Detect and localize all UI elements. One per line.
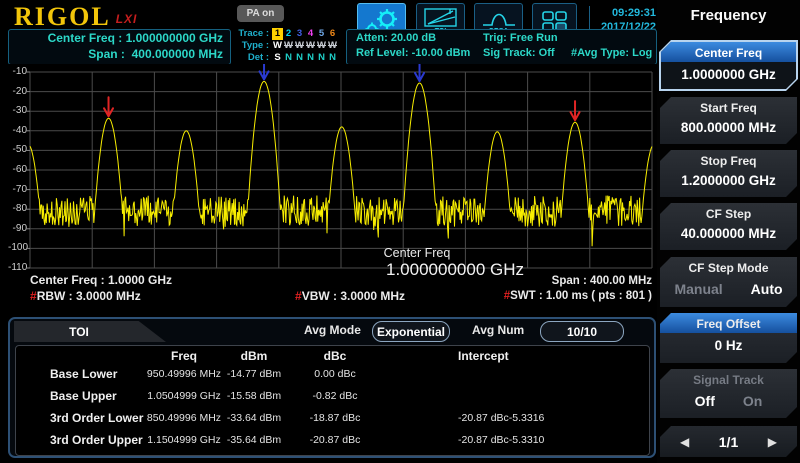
page-next-icon[interactable]: ▶ <box>768 435 777 449</box>
sig-track-readout: Sig Track: Off <box>483 47 555 59</box>
trace-type-row: Type : W W W W W W <box>233 40 345 52</box>
time-value: 09:29:31 <box>592 6 656 20</box>
freq-span-box: Center Freq : 1.000000000 GHz Span : 400… <box>8 29 231 65</box>
spectrum-plot: -10-20-30-40-50-60-70-80-90-100-110 Cent… <box>8 64 656 314</box>
trace-2-selector[interactable]: 2 <box>283 28 294 40</box>
page-prev-icon[interactable]: ◀ <box>680 435 689 449</box>
amplitude-status-box: Atten: 20.00 dB Ref Level: -10.00 dBm Tr… <box>346 29 657 65</box>
cell-dbc: -0.82 dBc <box>290 390 380 402</box>
plot-center-freq-value: 1.000000000 GHz <box>360 260 550 280</box>
trace-row: Trace : 1 2 3 4 5 6 <box>233 28 345 40</box>
detector-row: Det : S N N N N N <box>233 52 345 64</box>
pa-on-button[interactable]: PA on <box>237 5 284 22</box>
menu-item-signal-track[interactable]: Signal Track Off On <box>660 369 797 418</box>
atten-readout: Atten: 20.00 dB <box>356 32 436 44</box>
trace-1-selector[interactable]: 1 <box>272 28 283 40</box>
cell-dbm: -35.64 dBm <box>209 434 299 446</box>
table-row-label: 3rd Order Upper <box>50 433 143 447</box>
avg-num-button[interactable]: 10/10 <box>540 321 624 342</box>
cell-dbc: 0.00 dBc <box>290 368 380 380</box>
cell-dbm: -15.58 dBm <box>209 390 299 402</box>
table-row-label: 3rd Order Lower <box>50 411 143 425</box>
rbw-readout: #RBW : 3.0000 MHz <box>30 289 141 303</box>
col-dbm: dBm <box>209 349 299 363</box>
vbw-readout: #VBW : 3.0000 MHz <box>295 289 405 303</box>
analyzer-screen: RIGOLLXI PA on <box>0 0 800 463</box>
span-readout: Span : 400.000000 MHz <box>9 46 230 62</box>
option-manual[interactable]: Manual <box>674 281 722 297</box>
menu-item-cf-step[interactable]: CF Step 40.000000 MHz <box>660 203 797 250</box>
measurement-panel: TOI Avg Mode Exponential Avg Num 10/10 F… <box>8 317 656 458</box>
trace-6-selector[interactable]: 6 <box>327 28 338 40</box>
menu-item-cf-step-mode[interactable]: CF Step Mode Manual Auto <box>660 257 797 307</box>
peak-marker-red <box>571 101 580 120</box>
peak-marker-red <box>104 97 113 116</box>
trace-5-selector[interactable]: 5 <box>316 28 327 40</box>
gpsa-icon <box>481 8 517 28</box>
menu-item-label: CF Step <box>660 203 797 221</box>
plot-cf-readout: Center Freq : 1.0000 GHz <box>30 273 172 287</box>
menu-item-start-freq[interactable]: Start Freq 800.00000 MHz <box>660 97 797 144</box>
menu-item-label: CF Step Mode <box>660 257 797 275</box>
avg-num-label: Avg Num <box>472 323 524 337</box>
menu-item-value: 1.0000000 GHz <box>661 67 796 82</box>
menu-item-center-freq[interactable]: Center Freq 1.0000000 GHz <box>659 40 798 91</box>
toi-icon <box>424 8 458 28</box>
trace-status-box: Trace : 1 2 3 4 5 6 Type : W W W W W W D… <box>233 28 345 64</box>
menu-item-value: 40.000000 MHz <box>660 226 797 241</box>
table-row-label: Base Lower <box>50 367 117 381</box>
cell-intercept: -20.87 dBc-5.3310 <box>458 434 544 446</box>
toi-tab[interactable]: TOI <box>14 321 166 342</box>
plot-center-freq-label: Center Freq <box>338 246 496 260</box>
menu-page-nav[interactable]: ◀ 1/1 ▶ <box>660 426 797 457</box>
rigol-logo: RIGOLLXI <box>14 2 137 32</box>
lxi-badge: LXI <box>116 12 138 26</box>
option-off[interactable]: Off <box>695 393 715 409</box>
menu-item-label: Stop Freq <box>660 150 797 168</box>
menu-item-value: 1.2000000 GHz <box>660 173 797 188</box>
menu-item-stop-freq[interactable]: Stop Freq 1.2000000 GHz <box>660 150 797 197</box>
menu-title: Frequency <box>657 7 800 24</box>
table-row-label: Base Upper <box>50 389 117 403</box>
page-indicator: 1/1 <box>719 434 738 450</box>
menu-item-label: Center Freq <box>661 42 796 62</box>
menu-item-value: 0 Hz <box>660 338 797 353</box>
option-on[interactable]: On <box>743 393 762 409</box>
trig-readout: Trig: Free Run <box>483 32 558 44</box>
avg-mode-button[interactable]: Exponential <box>372 321 450 342</box>
trace-4-selector[interactable]: 4 <box>305 28 316 40</box>
span-readout-plot: Span : 400.00 MHz <box>552 275 652 287</box>
menu-item-label: Signal Track <box>660 369 797 387</box>
avg-mode-label: Avg Mode <box>304 323 361 337</box>
menu-item-label: Freq Offset <box>660 313 797 333</box>
ref-level-readout: Ref Level: -10.00 dBm <box>356 47 470 59</box>
swt-readout: #SWT : 1.00 ms ( pts : 801 ) <box>504 290 652 302</box>
cell-dbc: -18.87 dBc <box>290 412 380 424</box>
center-freq-readout: Center Freq : 1.000000000 GHz <box>9 30 230 46</box>
cell-dbc: -20.87 dBc <box>290 434 380 446</box>
menu-item-label: Start Freq <box>660 97 797 115</box>
cell-intercept: -20.87 dBc-5.3316 <box>458 412 544 424</box>
sidebar: Frequency Center Freq 1.0000000 GHz Star… <box>657 0 800 463</box>
avg-type-readout: #Avg Type: Log <box>571 47 652 59</box>
col-dbc: dBc <box>290 349 380 363</box>
menu-item-freq-offset[interactable]: Freq Offset 0 Hz <box>660 313 797 363</box>
cell-dbm: -33.64 dBm <box>209 412 299 424</box>
trace-3-selector[interactable]: 3 <box>294 28 305 40</box>
option-auto[interactable]: Auto <box>751 281 783 297</box>
col-intercept: Intercept <box>458 349 509 363</box>
cell-dbm: -14.77 dBm <box>209 368 299 380</box>
menu-item-value: 800.00000 MHz <box>660 120 797 135</box>
